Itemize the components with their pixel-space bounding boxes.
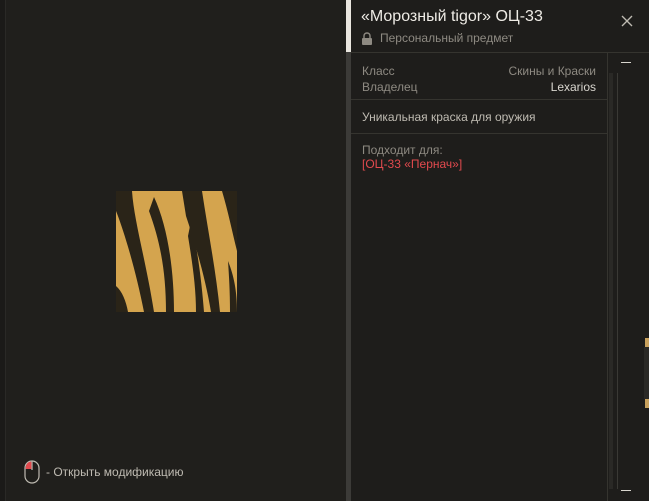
edge-thumbnail-stripe: [644, 347, 649, 399]
mouse-icon: [24, 460, 40, 484]
owner-value: Lexarios: [550, 80, 596, 94]
close-button[interactable]: [619, 13, 635, 29]
divider: [351, 99, 607, 100]
scroll-column: [608, 53, 649, 501]
item-title: «Морозный tigor» ОЦ-33: [361, 8, 543, 25]
item-preview: - Открыть модификацию: [5, 0, 346, 501]
paint-swatch: [116, 191, 237, 312]
item-description: Уникальная краска для оружия: [362, 110, 536, 124]
hint-text: - Открыть модификацию: [46, 465, 184, 479]
fits-label: Подходит для:: [362, 143, 443, 157]
class-label: Класс: [362, 64, 395, 78]
compatible-weapon-link[interactable]: [ОЦ-33 «Пернач»]: [362, 157, 462, 171]
scroll-down-button[interactable]: [621, 490, 631, 491]
item-details: Класс Скины и Краски Владелец Lexarios У…: [351, 53, 608, 501]
owner-label: Владелец: [362, 80, 418, 94]
close-icon: [621, 15, 633, 27]
subtitle-text: Персональный предмет: [380, 31, 514, 45]
class-row: Класс Скины и Краски: [362, 64, 596, 78]
item-info-panel: «Морозный tigor» ОЦ-33 Персональный пред…: [351, 0, 649, 501]
panel-header: «Морозный tigor» ОЦ-33 Персональный пред…: [351, 0, 649, 53]
lock-icon: [362, 31, 372, 45]
open-modification-hint: - Открыть модификацию: [24, 459, 184, 485]
scroll-track: [617, 73, 618, 489]
class-value: Скины и Краски: [508, 64, 596, 78]
scroll-up-button[interactable]: [621, 62, 631, 63]
scrollbar[interactable]: [609, 73, 613, 489]
item-subtitle: Персональный предмет: [361, 31, 513, 45]
divider: [351, 133, 607, 134]
owner-row: Владелец Lexarios: [362, 80, 596, 94]
